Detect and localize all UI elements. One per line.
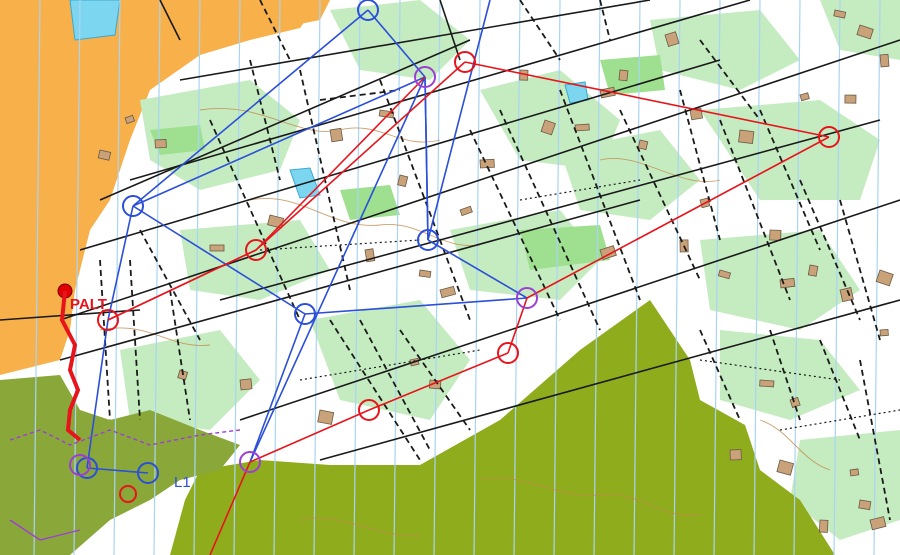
building [209,244,225,252]
building [637,139,649,151]
building [769,229,782,241]
building [618,69,629,82]
orienteering-map[interactable]: PALT L1 [0,0,900,555]
building [418,269,432,278]
building [849,468,860,477]
building [879,53,890,68]
building [317,409,335,425]
building [818,519,829,533]
building [329,127,344,143]
building [858,499,872,511]
building [729,449,742,461]
building [738,129,755,145]
building [759,379,775,388]
map-canvas[interactable]: PALT L1 [0,0,900,555]
building [807,264,819,277]
start-label: PALT [70,296,107,313]
building [844,94,857,104]
building [879,329,889,337]
building [239,378,253,391]
leg-label: L1 [174,474,191,491]
building [574,123,590,132]
building [154,139,167,149]
